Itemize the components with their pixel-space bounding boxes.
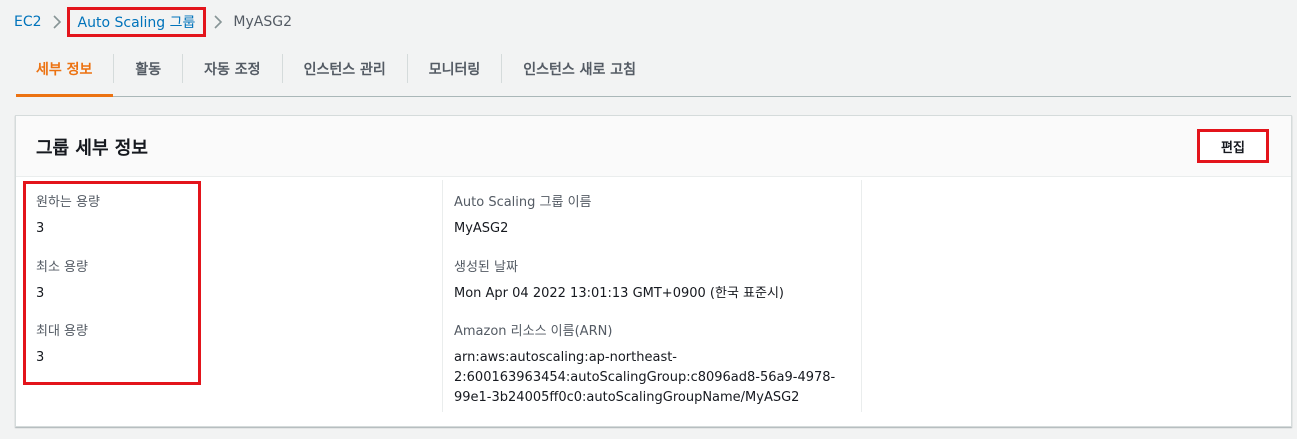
desired-capacity-value: 3 <box>36 221 45 236</box>
tab-monitoring[interactable]: 모니터링 <box>408 42 502 96</box>
arn-value-line: 2:600163963454:autoScalingGroup:c8096ad8… <box>454 370 836 385</box>
desired-capacity-label: 원하는 용량 <box>36 195 100 210</box>
created-date-label: 생성된 날짜 <box>454 260 518 275</box>
arn-value-line: 99e1-3b24005ff0c0:autoScalingGroupName/M… <box>454 390 800 405</box>
min-capacity-label: 최소 용량 <box>36 260 88 275</box>
tab-automatic-scaling[interactable]: 자동 조정 <box>183 42 281 96</box>
panel-header: 그룹 세부 정보 편집 <box>16 116 1291 177</box>
tab-activity[interactable]: 활동 <box>114 42 182 96</box>
breadcrumb: EC2 Auto Scaling 그룹 MyASG2 <box>14 7 292 37</box>
chevron-right-icon <box>48 13 66 31</box>
breadcrumb-ec2-link[interactable]: EC2 <box>14 14 42 30</box>
min-capacity-field: 최소 용량 3 <box>36 259 88 303</box>
min-capacity-value: 3 <box>36 286 45 301</box>
capacity-column: 원하는 용량 3 최소 용량 3 최대 용량 3 <box>23 180 436 412</box>
panel-title: 그룹 세부 정보 <box>36 138 148 159</box>
arn-label: Amazon 리소스 이름(ARN) <box>454 324 613 339</box>
chevron-right-icon <box>209 13 227 31</box>
tab-bar: 세부 정보 활동 자동 조정 인스턴스 관리 모니터링 인스턴스 새로 고침 <box>16 42 1291 97</box>
empty-column <box>861 180 1282 412</box>
max-capacity-field: 최대 용량 3 <box>36 323 88 367</box>
tab-instance-management[interactable]: 인스턴스 관리 <box>283 42 407 96</box>
arn-value-line: arn:aws:autoscaling:ap-northeast- <box>454 350 677 365</box>
arn-value: arn:aws:autoscaling:ap-northeast- 2:6001… <box>454 348 854 408</box>
group-name-value: MyASG2 <box>454 221 509 236</box>
tab-instance-refresh[interactable]: 인스턴스 새로 고침 <box>502 42 657 96</box>
group-info-column: Auto Scaling 그룹 이름 MyASG2 생성된 날짜 Mon Apr… <box>442 180 861 412</box>
tab-details[interactable]: 세부 정보 <box>16 42 114 97</box>
group-details-panel: 그룹 세부 정보 편집 원하는 용량 3 최소 용량 3 최대 용량 3 Aut… <box>15 115 1292 427</box>
breadcrumb-current: MyASG2 <box>233 14 292 30</box>
edit-button[interactable]: 편집 <box>1197 129 1269 163</box>
breadcrumb-auto-scaling-groups-link[interactable]: Auto Scaling 그룹 <box>66 7 207 37</box>
group-name-field: Auto Scaling 그룹 이름 MyASG2 <box>454 194 854 238</box>
created-date-field: 생성된 날짜 Mon Apr 04 2022 13:01:13 GMT+0900… <box>454 259 854 303</box>
created-date-value: Mon Apr 04 2022 13:01:13 GMT+0900 (한국 표준… <box>454 286 784 301</box>
desired-capacity-field: 원하는 용량 3 <box>36 194 100 238</box>
max-capacity-value: 3 <box>36 350 45 365</box>
group-name-label: Auto Scaling 그룹 이름 <box>454 195 592 210</box>
max-capacity-label: 최대 용량 <box>36 324 88 339</box>
arn-field: Amazon 리소스 이름(ARN) arn:aws:autoscaling:a… <box>454 323 854 408</box>
